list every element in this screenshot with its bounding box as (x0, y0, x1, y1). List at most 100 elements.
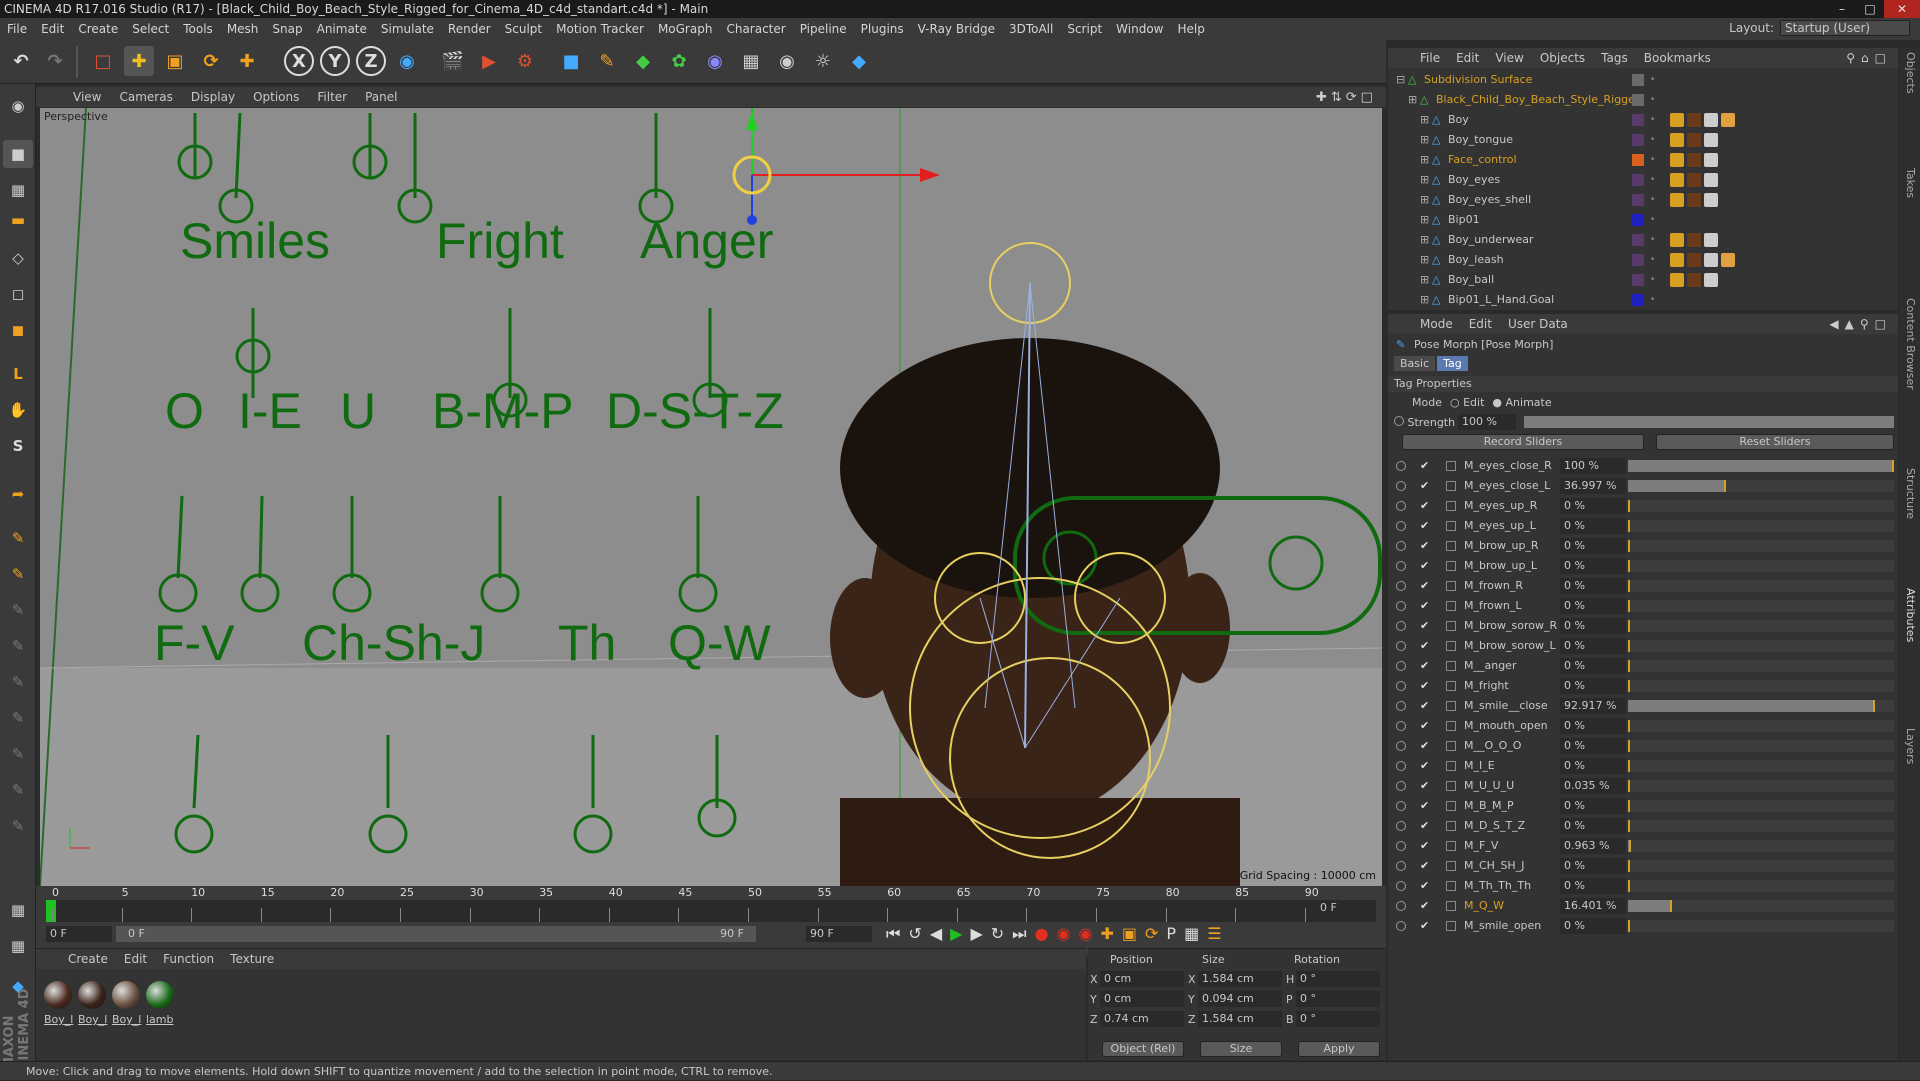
size-field[interactable]: 1.584 cm (1198, 1011, 1282, 1027)
animation-keyframe-icon[interactable] (1396, 481, 1406, 491)
tool-icon[interactable]: ✎ (3, 812, 33, 840)
morph-value-field[interactable]: 0 % (1560, 858, 1626, 874)
enable-checkbox[interactable]: ✔ (1420, 776, 1429, 796)
viewport-menu-filter[interactable]: Filter (308, 90, 356, 104)
morph-value-field[interactable]: 92.917 % (1560, 698, 1626, 714)
tag-icon[interactable] (1687, 153, 1701, 167)
layer-color-swatch[interactable] (1632, 274, 1644, 286)
undo-icon[interactable]: ↶ (6, 46, 36, 76)
size-mode-dropdown[interactable]: Size (1200, 1041, 1282, 1057)
side-tab-objects[interactable]: Objects (1904, 52, 1917, 94)
morph-slider[interactable] (1628, 640, 1894, 652)
range-slider[interactable]: 0 F 90 F (116, 926, 756, 942)
menu-edit[interactable]: Edit (34, 22, 71, 36)
menu-mesh[interactable]: Mesh (220, 22, 266, 36)
object-row[interactable]: ⊞ △ Bip01_L_Hand.Goal • (1388, 290, 1898, 310)
y-axis-lock-icon[interactable]: Y (320, 46, 350, 76)
rotation-field[interactable]: 0 ° (1296, 1011, 1380, 1027)
render-picture-viewer-icon[interactable]: ▶ (474, 46, 504, 76)
visibility-dots[interactable]: • (1650, 150, 1655, 170)
lock-grid-icon[interactable]: ▦ (3, 896, 33, 924)
animation-keyframe-icon[interactable] (1396, 761, 1406, 771)
go-to-end-icon[interactable]: ⏭ (1012, 924, 1026, 944)
animation-keyframe-icon[interactable] (1396, 621, 1406, 631)
enable-checkbox[interactable]: ✔ (1420, 636, 1429, 656)
object-row[interactable]: ⊞ △ Boy_ball • (1388, 270, 1898, 290)
tag-icon[interactable] (1687, 233, 1701, 247)
layer-color-swatch[interactable] (1632, 174, 1644, 186)
rotation-key-icon[interactable]: ⟳ (1145, 924, 1158, 944)
menu-sculpt[interactable]: Sculpt (498, 22, 549, 36)
layer-color-swatch[interactable] (1632, 214, 1644, 226)
material-menu-create[interactable]: Create (60, 952, 116, 966)
menu-v-ray-bridge[interactable]: V-Ray Bridge (911, 22, 1002, 36)
morph-slider[interactable] (1628, 700, 1894, 712)
cube-icon[interactable]: ■ (556, 46, 586, 76)
tag-icon[interactable] (1721, 253, 1735, 267)
material-menu-texture[interactable]: Texture (222, 952, 282, 966)
scale-key-icon[interactable]: ▣ (1122, 924, 1137, 944)
object-expand-icon[interactable]: ⊞ (1420, 210, 1429, 230)
morph-slider[interactable] (1628, 580, 1894, 592)
render-view-icon[interactable]: 🎬 (438, 46, 468, 76)
animation-keyframe-icon[interactable] (1396, 841, 1406, 851)
object-menu-edit[interactable]: Edit (1448, 51, 1487, 65)
enable-checkbox[interactable]: ✔ (1420, 816, 1429, 836)
material-swatch[interactable] (44, 981, 72, 1009)
layer-color-swatch[interactable] (1632, 234, 1644, 246)
animation-keyframe-icon[interactable] (1396, 641, 1406, 651)
enable-checkbox[interactable]: ✔ (1420, 476, 1429, 496)
size-field[interactable]: 1.584 cm (1198, 971, 1282, 987)
enable-checkbox[interactable]: ✔ (1420, 876, 1429, 896)
tool-icon[interactable]: ✎ (3, 632, 33, 660)
timeline-layout-icon[interactable]: ☰ (1207, 924, 1221, 944)
redo-icon[interactable]: ↷ (40, 46, 70, 76)
attribute-menu-user-data[interactable]: User Data (1500, 317, 1576, 331)
position-field[interactable]: 0.74 cm (1100, 1011, 1184, 1027)
visibility-dots[interactable]: • (1650, 270, 1655, 290)
visibility-dots[interactable]: • (1650, 230, 1655, 250)
material-menu-edit[interactable]: Edit (116, 952, 155, 966)
tag-icon[interactable] (1704, 133, 1718, 147)
strength-anim-icon[interactable] (1394, 416, 1404, 426)
morph-slider[interactable] (1628, 740, 1894, 752)
morph-slider[interactable] (1628, 800, 1894, 812)
tag-icon[interactable] (1721, 113, 1735, 127)
morph-value-field[interactable]: 0 % (1560, 538, 1626, 554)
morph-value-field[interactable]: 0 % (1560, 618, 1626, 634)
enable-checkbox[interactable]: ✔ (1420, 656, 1429, 676)
enable-checkbox[interactable]: ✔ (1420, 516, 1429, 536)
visibility-dots[interactable]: • (1650, 90, 1655, 110)
object-expand-icon[interactable]: ⊞ (1420, 130, 1429, 150)
morph-value-field[interactable]: 0 % (1560, 878, 1626, 894)
tool-icon[interactable]: ✎ (3, 704, 33, 732)
enable-checkbox[interactable]: ✔ (1420, 536, 1429, 556)
viewport-menu-panel[interactable]: Panel (356, 90, 406, 104)
position-key-icon[interactable]: ✚ (1100, 924, 1113, 944)
object-row[interactable]: ⊟ △ Subdivision Surface • (1388, 70, 1898, 90)
workplane-lock-icon[interactable]: ▦ (3, 932, 33, 960)
morph-value-field[interactable]: 0 % (1560, 498, 1626, 514)
morph-slider[interactable] (1628, 920, 1894, 932)
morph-slider[interactable] (1628, 820, 1894, 832)
morph-value-field[interactable]: 0 % (1560, 718, 1626, 734)
menu-select[interactable]: Select (125, 22, 176, 36)
rotate-tool-icon[interactable]: ⟳ (196, 46, 226, 76)
object-expand-icon[interactable]: ⊞ (1420, 150, 1429, 170)
x-axis-lock-icon[interactable]: X (284, 46, 314, 76)
object-menu-tags[interactable]: Tags (1593, 51, 1636, 65)
move-tool-icon[interactable]: ✚ (124, 46, 154, 76)
enable-checkbox[interactable]: ✔ (1420, 576, 1429, 596)
tag-icon[interactable] (1687, 273, 1701, 287)
tag-icon[interactable] (1687, 113, 1701, 127)
attribute-menu-mode[interactable]: Mode (1412, 317, 1461, 331)
morph-value-field[interactable]: 0 % (1560, 578, 1626, 594)
enable-checkbox[interactable]: ✔ (1420, 676, 1429, 696)
z-axis-lock-icon[interactable]: Z (356, 46, 386, 76)
tool-icon[interactable]: ✎ (3, 668, 33, 696)
object-row[interactable]: ⊞ △ Bip01 • (1388, 210, 1898, 230)
record-sliders-button[interactable]: Record Sliders (1402, 434, 1644, 450)
enable-checkbox[interactable]: ✔ (1420, 796, 1429, 816)
camera-icon[interactable]: ◉ (772, 46, 802, 76)
tag-icon[interactable] (1704, 273, 1718, 287)
